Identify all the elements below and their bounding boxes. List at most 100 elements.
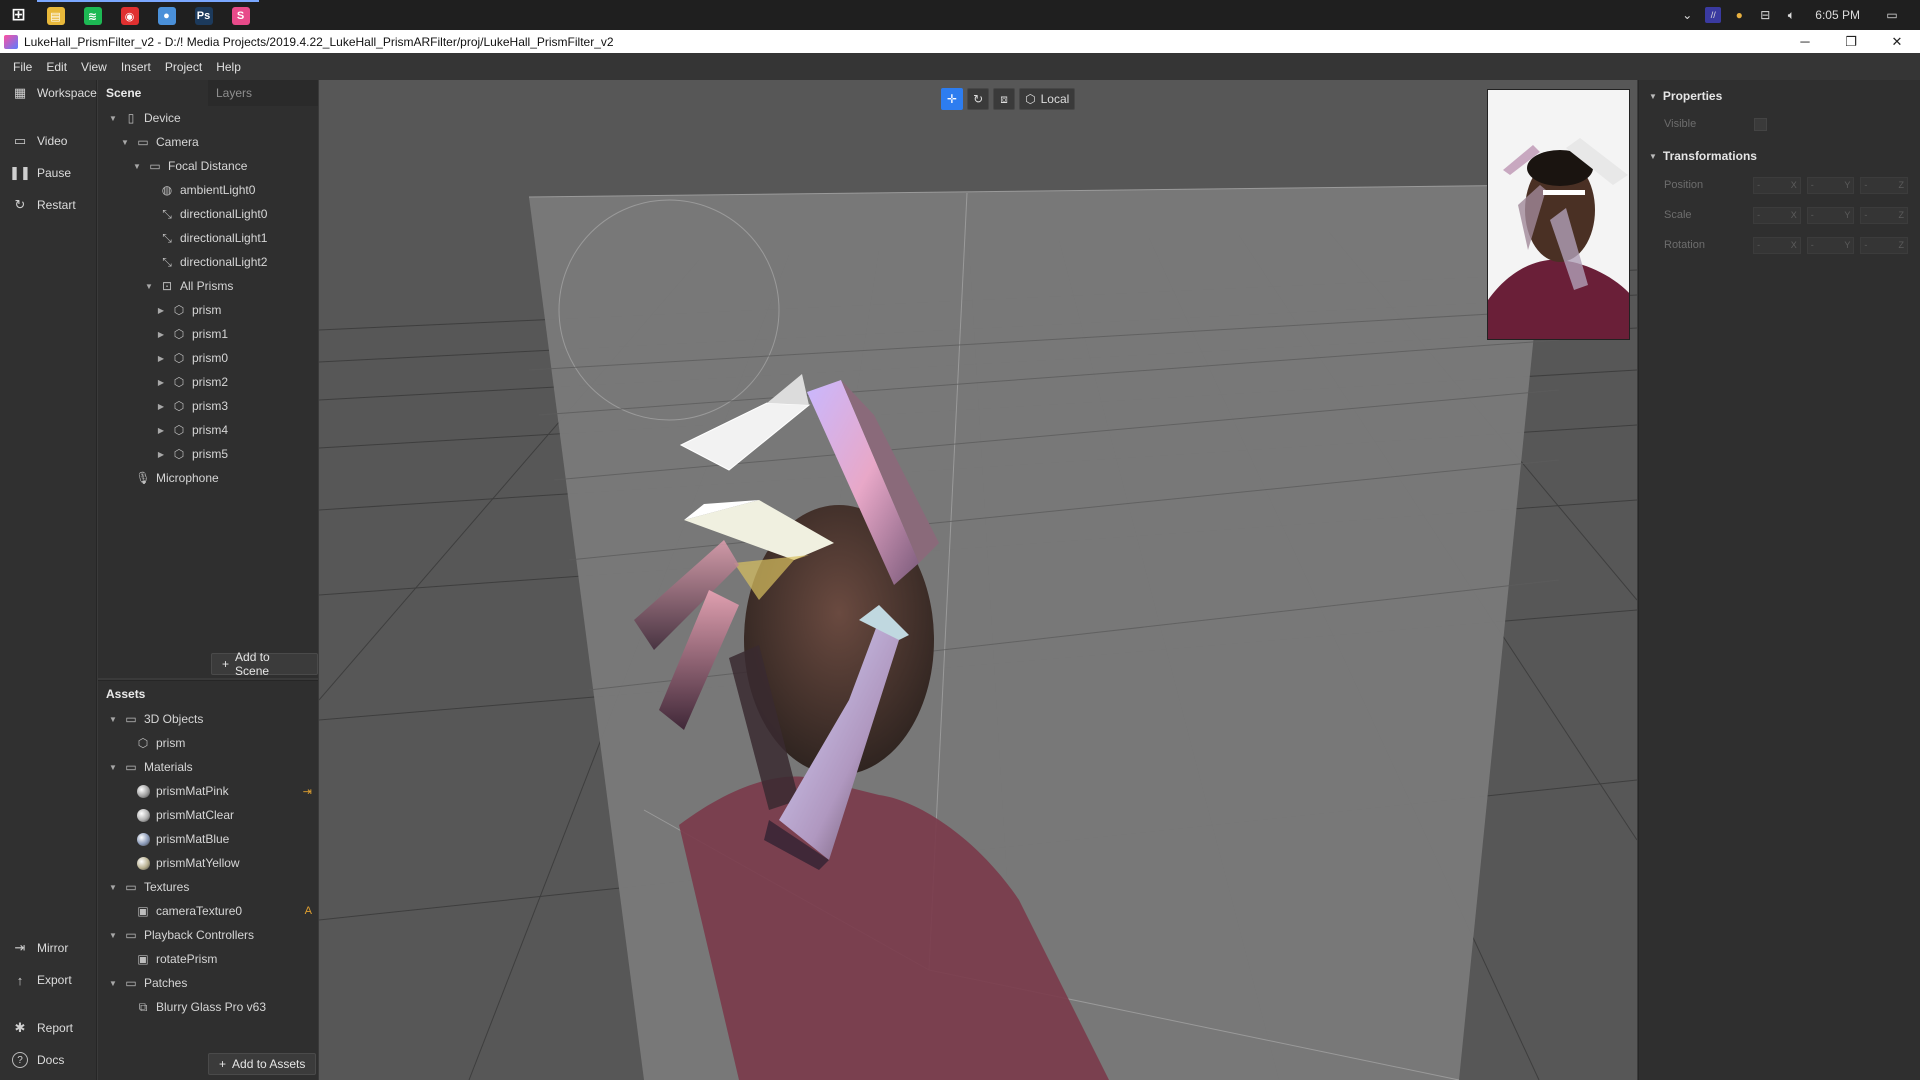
scene-item-prism3[interactable]: ▶ ⬡ prism3: [156, 394, 318, 418]
asset-item-playback-controllers[interactable]: ▼ ▭ Playback Controllers: [108, 923, 318, 947]
scale-tool-button[interactable]: ⧈: [993, 88, 1016, 110]
asset-item-patches[interactable]: ▼ ▭ Patches: [108, 971, 318, 995]
caret-right-icon[interactable]: ▶: [156, 330, 166, 339]
menu-view[interactable]: View: [74, 60, 114, 74]
asset-item-prismmatblue[interactable]: prismMatBlue: [120, 827, 318, 851]
rotation-x-field[interactable]: -X: [1753, 236, 1801, 254]
toolstrip-video-button[interactable]: ▭ Video: [0, 128, 97, 154]
taskbar-chrome-button[interactable]: ●: [148, 0, 185, 30]
scene-item-microphone[interactable]: 🎙 Microphone: [120, 466, 318, 490]
volume-icon[interactable]: 🔈︎: [1783, 7, 1799, 23]
scene-item-prism0[interactable]: ▶ ⬡ prism0: [156, 346, 318, 370]
caret-down-icon[interactable]: ▼: [120, 138, 130, 147]
minimize-button[interactable]: ─: [1782, 30, 1828, 53]
notifications-icon[interactable]: ▭: [1884, 7, 1900, 23]
scene-item-directionallight1[interactable]: ⤡ directionalLight1: [144, 226, 318, 250]
toolstrip-report-button[interactable]: ✱ Report: [0, 1015, 97, 1041]
caret-right-icon[interactable]: ▶: [156, 450, 166, 459]
restore-button[interactable]: ❐: [1828, 30, 1874, 53]
visible-checkbox[interactable]: [1754, 117, 1767, 131]
toolstrip-restart-button[interactable]: ↻ Restart: [0, 192, 97, 218]
chrome-tray-icon[interactable]: ●: [1731, 7, 1747, 23]
scene-canvas[interactable]: [319, 80, 1637, 1080]
caret-right-icon[interactable]: ▶: [156, 354, 166, 363]
taskbar-file-explorer-button[interactable]: ▤: [37, 0, 74, 30]
asset-item-3d-objects[interactable]: ▼ ▭ 3D Objects: [108, 707, 318, 731]
menu-help[interactable]: Help: [209, 60, 248, 74]
caret-down-icon[interactable]: ▼: [144, 282, 154, 291]
toolstrip-mirror-button[interactable]: ⇥ Mirror: [0, 935, 97, 961]
caret-right-icon[interactable]: ▶: [156, 402, 166, 411]
taskbar-spark-ar-button[interactable]: S: [222, 0, 259, 30]
scale-z-field[interactable]: -Z: [1860, 206, 1909, 224]
caret-down-icon[interactable]: ▼: [108, 763, 118, 772]
move-tool-button[interactable]: ✛: [941, 88, 964, 110]
caret-down-icon[interactable]: ▼: [108, 715, 118, 724]
caret-down-icon[interactable]: ▼: [108, 931, 118, 940]
asset-item-blurry-glass-pro-v63[interactable]: ⧉ Blurry Glass Pro v63: [120, 995, 318, 1019]
scene-item-directionallight2[interactable]: ⤡ directionalLight2: [144, 250, 318, 274]
chevron-up-icon[interactable]: ⌄: [1679, 7, 1695, 23]
add-to-assets-button[interactable]: + Add to Assets: [208, 1053, 317, 1075]
asset-item-prismmatpink[interactable]: prismMatPink ⇥: [120, 779, 318, 803]
scene-item-prism5[interactable]: ▶ ⬡ prism5: [156, 442, 318, 466]
local-space-toggle[interactable]: ⬡ Local: [1019, 88, 1076, 110]
scene-item-camera[interactable]: ▼ ▭ Camera: [120, 130, 318, 154]
scene-item-prism[interactable]: ▶ ⬡ prism: [156, 298, 318, 322]
close-button[interactable]: ✕: [1874, 30, 1920, 53]
tab-scene[interactable]: Scene: [98, 80, 208, 106]
scene-item-prism1[interactable]: ▶ ⬡ prism1: [156, 322, 318, 346]
asset-item-textures[interactable]: ▼ ▭ Textures: [108, 875, 318, 899]
scale-x-field[interactable]: -X: [1753, 206, 1801, 224]
asset-item-prism[interactable]: ⬡ prism: [120, 731, 318, 755]
device-preview[interactable]: [1487, 89, 1630, 340]
scene-item-all-prisms[interactable]: ▼ ⊡ All Prisms: [144, 274, 318, 298]
caret-down-icon[interactable]: ▼: [108, 114, 118, 123]
caret-down-icon[interactable]: ▼: [108, 979, 118, 988]
taskbar-spotify-button[interactable]: ≋: [74, 0, 111, 30]
scene-item-prism4[interactable]: ▶ ⬡ prism4: [156, 418, 318, 442]
asset-item-prismmatyellow[interactable]: prismMatYellow: [120, 851, 318, 875]
caret-right-icon[interactable]: ▶: [156, 426, 166, 435]
toolstrip-docs-button[interactable]: ? Docs: [0, 1047, 97, 1073]
menu-edit[interactable]: Edit: [39, 60, 74, 74]
caret-right-icon[interactable]: ▶: [156, 306, 166, 315]
toolstrip-pause-button[interactable]: ❚❚ Pause: [0, 160, 97, 186]
rotation-z-field[interactable]: -Z: [1860, 236, 1909, 254]
menu-project[interactable]: Project: [158, 60, 209, 74]
tray-app-icon[interactable]: //: [1705, 7, 1722, 23]
asset-item-prismmatclear[interactable]: prismMatClear: [120, 803, 318, 827]
tab-layers[interactable]: Layers: [208, 80, 318, 106]
caret-down-icon[interactable]: ▼: [132, 162, 142, 171]
scale-y-field[interactable]: -Y: [1806, 206, 1855, 224]
asset-item-cameratexture0[interactable]: ▣ cameraTexture0 A: [120, 899, 318, 923]
scene-item-device[interactable]: ▼ ▯ Device: [108, 106, 318, 130]
taskbar-apps: ⊞ ▤ ≋ ◉ ● Ps S: [0, 0, 259, 30]
asset-item-rotateprism[interactable]: ▣ rotatePrism: [120, 947, 318, 971]
scene-item-focal-distance[interactable]: ▼ ▭ Focal Distance: [132, 154, 318, 178]
menu-file[interactable]: File: [6, 60, 39, 74]
position-x-field[interactable]: -X: [1753, 176, 1801, 194]
rotate-tool-button[interactable]: ↻: [967, 88, 990, 110]
taskbar-photoshop-button[interactable]: Ps: [185, 0, 222, 30]
menu-insert[interactable]: Insert: [114, 60, 158, 74]
clock[interactable]: 6:05 PM: [1815, 8, 1860, 22]
caret-right-icon[interactable]: ▶: [156, 378, 166, 387]
add-to-scene-button[interactable]: + Add to Scene: [211, 650, 318, 678]
viewport[interactable]: ✛ ↻ ⧈ ⬡ Local: [319, 80, 1637, 1080]
scene-item-directionallight0[interactable]: ⤡ directionalLight0: [144, 202, 318, 226]
transformations-section-header[interactable]: ▼ Transformations: [1639, 145, 1757, 167]
toolstrip-workspace-button[interactable]: ▦ Workspace: [0, 80, 97, 106]
position-y-field[interactable]: -Y: [1806, 176, 1855, 194]
rotation-y-field[interactable]: -Y: [1806, 236, 1855, 254]
properties-section-header[interactable]: ▼ Properties: [1639, 85, 1722, 107]
taskbar-windows-start-button[interactable]: ⊞: [0, 0, 37, 30]
position-z-field[interactable]: -Z: [1860, 176, 1909, 194]
asset-item-materials[interactable]: ▼ ▭ Materials: [108, 755, 318, 779]
scene-item-prism2[interactable]: ▶ ⬡ prism2: [156, 370, 318, 394]
scene-item-ambientlight0[interactable]: ◍ ambientLight0: [144, 178, 318, 202]
toolstrip-export-button[interactable]: ↑ Export: [0, 967, 97, 993]
caret-down-icon[interactable]: ▼: [108, 883, 118, 892]
network-icon[interactable]: ⊟: [1757, 7, 1773, 23]
taskbar-pocket-casts-button[interactable]: ◉: [111, 0, 148, 30]
